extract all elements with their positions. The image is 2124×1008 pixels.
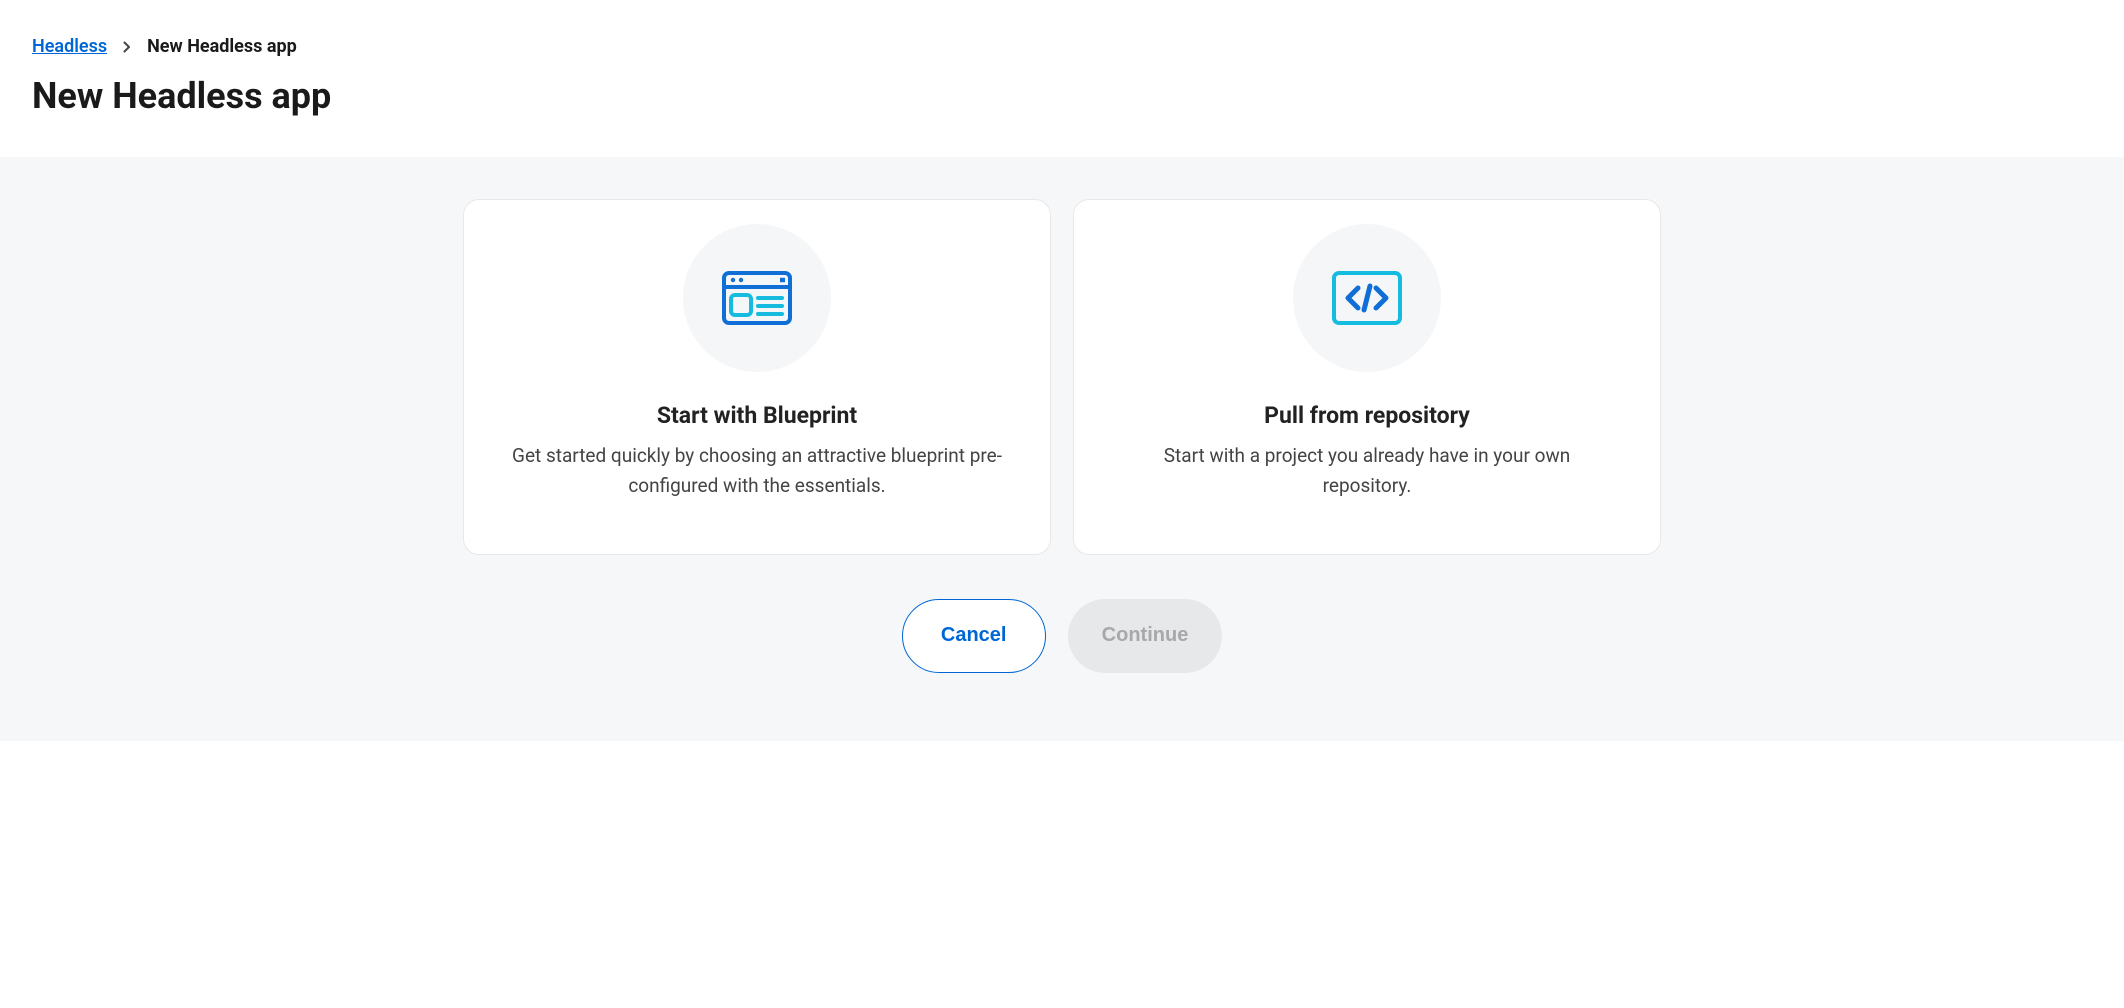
card-title: Pull from repository xyxy=(1264,402,1470,429)
breadcrumb-parent-link[interactable]: Headless xyxy=(32,36,107,57)
cancel-button[interactable]: Cancel xyxy=(902,599,1046,673)
continue-button[interactable]: Continue xyxy=(1068,599,1223,673)
breadcrumb-current: New Headless app xyxy=(147,36,297,57)
chevron-right-icon xyxy=(121,41,133,53)
page-header: Headless New Headless app New Headless a… xyxy=(0,0,2124,157)
code-icon xyxy=(1293,224,1441,372)
card-description: Start with a project you already have in… xyxy=(1118,441,1616,502)
content-area: Start with Blueprint Get started quickly… xyxy=(0,157,2124,741)
card-title: Start with Blueprint xyxy=(657,402,857,429)
option-cards: Start with Blueprint Get started quickly… xyxy=(462,199,1662,555)
breadcrumb: Headless New Headless app xyxy=(32,36,2092,57)
page-title: New Headless app xyxy=(32,75,2092,117)
blueprint-icon xyxy=(683,224,831,372)
card-blueprint[interactable]: Start with Blueprint Get started quickly… xyxy=(463,199,1051,555)
card-repository[interactable]: Pull from repository Start with a projec… xyxy=(1073,199,1661,555)
action-buttons: Cancel Continue xyxy=(32,599,2092,673)
card-description: Get started quickly by choosing an attra… xyxy=(508,441,1006,502)
